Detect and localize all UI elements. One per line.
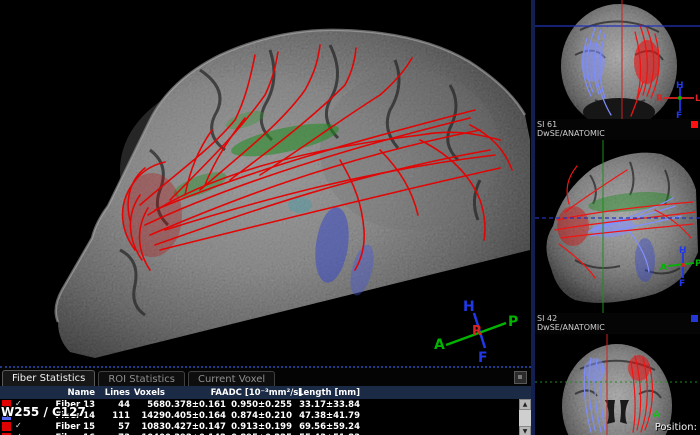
scroll-up-button[interactable]: ▲	[519, 399, 531, 410]
axial-viewport[interactable]: A Position:	[535, 334, 700, 435]
tab-roi-statistics[interactable]: ROI Statistics	[98, 371, 185, 386]
length-cell: 69.56±59.24	[292, 422, 360, 432]
fiber-name-cell: Fiber 15	[28, 422, 95, 432]
column-header-length[interactable]: Length [mm]	[292, 388, 360, 398]
voxels-cell: 1429	[130, 411, 165, 421]
axis-a-label: A	[653, 410, 660, 420]
fiber-visibility-cell[interactable]: ✓	[0, 421, 28, 432]
axial-brain-image	[535, 334, 700, 435]
length-cell: 47.38±41.79	[292, 411, 360, 421]
fa-cell: 0.378±0.161	[165, 400, 222, 410]
column-header-fa[interactable]: FA	[165, 388, 222, 398]
fiber-checkbox[interactable]: ✓	[15, 421, 22, 430]
adc-cell: 0.913±0.199	[222, 422, 292, 432]
slice-index-label: SI 42	[537, 314, 557, 323]
column-header-name[interactable]: Name	[28, 388, 95, 398]
coronal-viewport[interactable]: H R L F	[535, 0, 700, 119]
window-level-overlay: W255 / C127	[1, 405, 86, 419]
dti-workstation-screen: H P A F R W255 / C127	[0, 0, 700, 435]
statistics-panel: Fiber Statistics ROI Statistics Current …	[0, 366, 531, 435]
blue-series-marker	[691, 315, 698, 322]
scroll-down-button[interactable]: ▼	[519, 426, 531, 435]
sequence-label: DwSE/ANATOMIC	[537, 323, 605, 332]
main-3d-viewport[interactable]: H P A F R	[0, 0, 531, 366]
sequence-label: DwSE/ANATOMIC	[537, 129, 605, 138]
table-scrollbar[interactable]: ▲ ▼	[519, 399, 531, 435]
sagittal-3d-brain-image	[0, 0, 531, 366]
sagittal-brain-image	[535, 140, 700, 313]
red-series-marker	[691, 121, 698, 128]
tab-current-voxel[interactable]: Current Voxel	[188, 371, 275, 386]
column-header-adc[interactable]: ADC [10⁻³mm²/s]	[222, 388, 292, 398]
column-header-voxels[interactable]: Voxels	[130, 388, 165, 398]
table-header-row: Name Lines Voxels FA ADC [10⁻³mm²/s] Len…	[0, 386, 531, 399]
tab-fiber-statistics[interactable]: Fiber Statistics	[2, 370, 95, 386]
fa-cell: 0.427±0.147	[165, 422, 222, 432]
column-header-lines[interactable]: Lines	[95, 388, 130, 398]
fiber-color-swatch[interactable]	[2, 422, 11, 431]
panel-corner-button[interactable]	[514, 371, 527, 384]
table-row[interactable]: ✓ Fiber 155710830.427±0.1470.913±0.19969.…	[0, 421, 531, 432]
statistics-tab-bar: Fiber Statistics ROI Statistics Current …	[0, 368, 531, 386]
voxels-cell: 1083	[130, 422, 165, 432]
lines-cell: 44	[95, 400, 130, 410]
lines-cell: 111	[95, 411, 130, 421]
fa-cell: 0.405±0.164	[165, 411, 222, 421]
voxels-cell: 568	[130, 400, 165, 410]
coronal-brain-image	[535, 0, 700, 119]
adc-cell: 0.874±0.210	[222, 411, 292, 421]
slice-index-label: SI 61	[537, 120, 557, 129]
axial-panel-label-bar: SI 42 DwSE/ANATOMIC	[535, 313, 700, 334]
length-cell: 33.17±33.84	[292, 400, 360, 410]
adc-cell: 0.950±0.255	[222, 400, 292, 410]
sagittal-panel-label-bar: SI 61 DwSE/ANATOMIC	[535, 119, 700, 140]
lines-cell: 57	[95, 422, 130, 432]
position-readout-label: Position:	[655, 422, 697, 433]
sagittal-viewport[interactable]: H A P F	[535, 140, 700, 313]
